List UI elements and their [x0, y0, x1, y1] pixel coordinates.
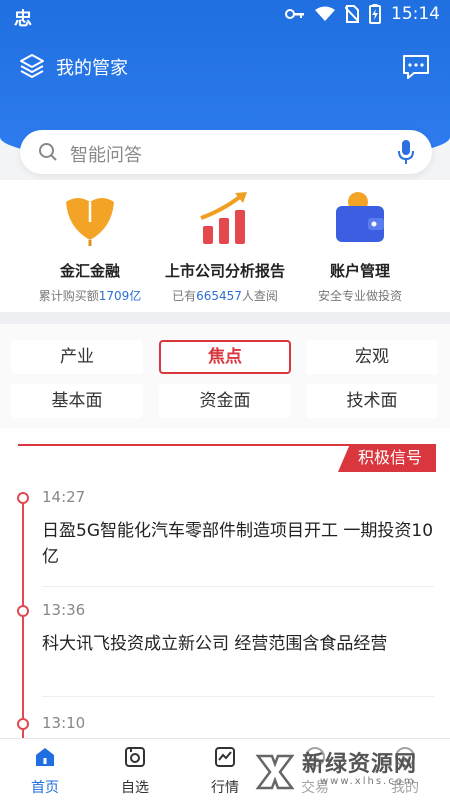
- news-time: 13:10: [42, 714, 86, 732]
- tab-trade[interactable]: 交易: [270, 745, 360, 797]
- home-icon: [36, 748, 54, 766]
- category-macro[interactable]: 宏观: [306, 340, 438, 374]
- page-title: 我的管家: [56, 58, 128, 79]
- news-title[interactable]: 科大讯飞投资成立新公司 经营范围含食品经营: [42, 631, 434, 657]
- tab-label: 自选: [121, 780, 149, 796]
- category-grid: 产业 焦点 宏观 基本面 资金面 技术面: [0, 324, 450, 428]
- timeline-line: [22, 496, 24, 738]
- positive-signal-tag: 积极信号: [337, 444, 436, 472]
- wallet-icon: [336, 192, 384, 242]
- feature-name: 账户管理: [329, 262, 390, 280]
- battery-icon: [369, 4, 381, 24]
- news-title[interactable]: 日盈5G智能化汽车零部件制造项目开工 一期投资10亿: [42, 518, 434, 570]
- layers-icon[interactable]: [18, 52, 46, 80]
- search-icon: [39, 143, 57, 161]
- feature-subtitle: 累计购买额1709亿: [38, 289, 142, 303]
- news-time: 13:36: [42, 601, 86, 619]
- growth-chart-icon: [200, 192, 247, 244]
- feature-subtitle: 安全专业做投资: [317, 289, 402, 303]
- timeline-dot: [17, 605, 29, 617]
- tab-label: 我的: [391, 780, 419, 796]
- search-bar[interactable]: 智能问答: [20, 130, 432, 174]
- market-icon: [215, 747, 235, 767]
- message-icon[interactable]: [402, 54, 430, 80]
- feature-report[interactable]: 上市公司分析报告 已有665457人查阅: [150, 188, 300, 304]
- timeline-dot: [17, 492, 29, 504]
- feed-header: 积极信号: [18, 444, 436, 472]
- microphone-icon[interactable]: [396, 139, 416, 165]
- feature-name: 上市公司分析报告: [164, 262, 285, 280]
- tab-label: 行情: [211, 780, 239, 796]
- category-technical[interactable]: 技术面: [306, 384, 438, 418]
- no-sim-icon: [345, 5, 359, 23]
- category-capital[interactable]: 资金面: [159, 384, 291, 418]
- profile-icon: [395, 747, 415, 767]
- watchlist-icon: [125, 747, 145, 767]
- timeline-dot: [17, 718, 29, 730]
- news-separator: [42, 696, 434, 697]
- wifi-icon: [315, 6, 335, 21]
- status-bar: 忠 15:14: [0, 0, 450, 32]
- tab-market[interactable]: 行情: [180, 745, 270, 797]
- news-separator: [42, 586, 434, 587]
- key-icon: [285, 9, 304, 19]
- tab-label: 交易: [301, 780, 329, 796]
- ginkgo-leaf-icon: [66, 198, 114, 246]
- feature-row: 金汇金融 累计购买额1709亿 上市公司分析报告 已有665457人查阅 账户管…: [0, 180, 450, 312]
- tab-watchlist[interactable]: 自选: [90, 745, 180, 797]
- carrier-glyph: 忠: [14, 9, 32, 30]
- clock: 15:14: [391, 4, 440, 24]
- bottom-tab-bar: 首页 自选 行情 交易 我的: [0, 738, 450, 801]
- category-industry[interactable]: 产业: [11, 340, 143, 374]
- category-fundamentals[interactable]: 基本面: [11, 384, 143, 418]
- feature-subtitle: 已有665457人查阅: [172, 289, 278, 303]
- category-focus[interactable]: 焦点: [159, 340, 291, 374]
- search-input[interactable]: 智能问答: [70, 141, 142, 167]
- tab-home[interactable]: 首页: [0, 745, 90, 797]
- news-feed: 积极信号 14:27 日盈5G智能化汽车零部件制造项目开工 一期投资10亿 13…: [0, 428, 450, 738]
- trade-icon: [305, 747, 325, 767]
- section-divider: [0, 312, 450, 324]
- title-bar: 我的管家: [0, 44, 450, 88]
- tab-label: 首页: [31, 780, 59, 796]
- feature-finance[interactable]: 金汇金融 累计购买额1709亿: [15, 188, 165, 304]
- news-time: 14:27: [42, 488, 86, 506]
- tab-profile[interactable]: 我的: [360, 745, 450, 797]
- feature-name: 金汇金融: [59, 262, 120, 280]
- feature-account[interactable]: 账户管理 安全专业做投资: [285, 188, 435, 304]
